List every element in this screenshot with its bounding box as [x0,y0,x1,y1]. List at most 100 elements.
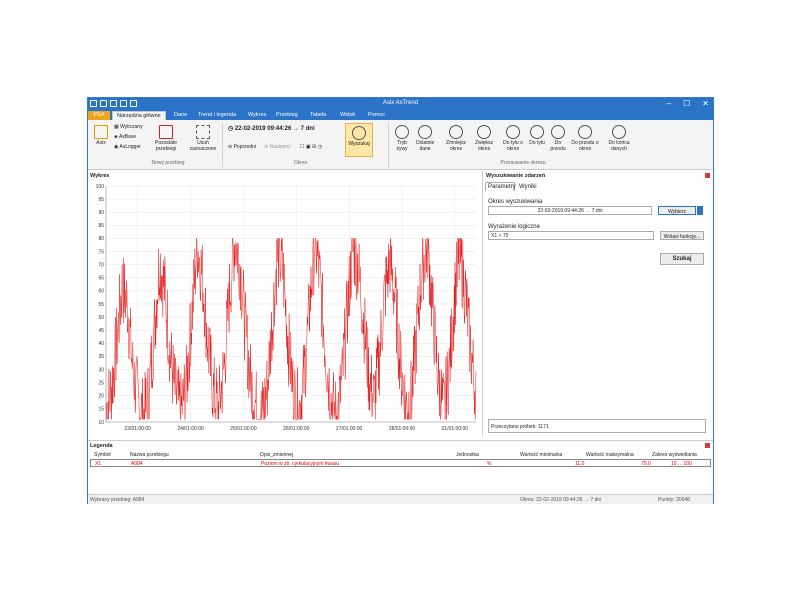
close-icon[interactable] [705,173,710,178]
y-tick-label: 45 [98,328,104,334]
szukaj-button[interactable]: Szukaj [660,253,704,265]
tab-parametry[interactable]: Parametry [485,182,516,191]
x-tick-label: 27/01:00:00 [336,426,363,432]
tryb-zywy-button[interactable]: Tryb żywy [392,125,412,152]
tab-narzedzia-glowne[interactable]: Narzędzia główne [112,111,166,120]
close-icon[interactable] [705,443,710,448]
legend-panel: Legenda Symbol Nazwa przebiegu Opis_zmie… [88,440,713,495]
dropdown-arrow-icon[interactable] [697,206,703,215]
search-panel: Wyszukiwanie zdarzeń Parametry Wyniki Ok… [484,171,713,437]
usun-zaznaczone-button[interactable]: Usuń zaznaczone [188,125,218,152]
pozostale-przebiegi-button[interactable]: Pozostałe przebiegi [150,125,182,152]
y-tick-label: 15 [98,407,104,413]
ribbon-tabs: PSA Narzędzia główne Dane Trend i legend… [88,110,713,120]
ostatnie-dane-button[interactable]: Ostatnie dane [414,125,436,152]
y-tick-label: 80 [98,236,104,242]
do-tylu-o-okres-button[interactable]: Do tyłu o okres [500,125,526,152]
y-tick-label: 35 [98,354,104,360]
poprzedni-button[interactable]: ⊖ Poprzedni [228,144,256,150]
group-przesuwanie-okresu: Przesuwanie okresu [500,160,546,166]
y-tick-label: 90 [98,210,104,216]
tab-trend-i-legenda[interactable]: Trend i legenda [194,111,240,120]
y-tick-label: 25 [98,380,104,386]
asix-icon [94,125,108,139]
tab-wyniki[interactable]: Wyniki [517,183,539,191]
chart-panel: Wykres 100 95 90 85 80 75 70 65 60 55 50 45 40 35 30 25… [88,171,483,437]
y-tick-label: 55 [98,302,104,308]
tab-dane[interactable]: Dane [170,111,191,120]
x-tick-label: 26/01:00:00 [283,426,310,432]
y-tick-label: 75 [98,249,104,255]
y-tick-label: 10 [98,420,104,426]
status-period: Okres: 22-02-2019 09:44:26 → 7 dni [520,497,602,503]
wstaw-funkcje-button[interactable]: Wstaw funkcję... [660,231,704,240]
y-tick-label: 50 [98,315,104,321]
do-tylu-button[interactable]: Do tyłu [528,125,546,146]
y-tick-label: 40 [98,341,104,347]
y-tick-label: 60 [98,289,104,295]
status-bar: Wybrany przebieg: A084 Okres: 22-02-2019… [88,494,713,504]
y-tick-label: 65 [98,276,104,282]
close-icon[interactable]: ✕ [702,99,709,108]
window-title: Asix AsTrend [382,100,419,106]
tab-pomoc[interactable]: Pomoc [364,111,389,120]
x-tick-label: 24/01:00:00 [177,426,204,432]
ribbon: Asix ▦ Wyliczany ◈ AsBase ◉ AsLogger Poz… [88,120,713,170]
app-window: Asix AsTrend – ☐ ✕ PSA Narzędzia główne … [87,97,714,504]
period-display[interactable]: ◷ 22-02-2019 09:44:26 → 7 dni [228,126,315,132]
y-tick-label: 85 [98,223,104,229]
zoom-in-icon [477,125,491,139]
line-chart[interactable]: 100 95 90 85 80 75 70 65 60 55 50 45 40 35 30 25 20 15 10 2… [88,180,483,436]
back-period-icon [506,125,520,139]
chart-bars-icon [159,125,173,139]
maximize-icon[interactable]: ☐ [683,99,690,108]
do-przodu-button[interactable]: Do przodu [548,125,568,152]
group-nowy-przebieg: Nowy przebieg [151,160,185,166]
live-mode-icon [395,125,409,139]
asbase-button[interactable]: ◈ AsBase [114,134,136,140]
tab-widok[interactable]: Widok [336,111,359,120]
title-bar: Asix AsTrend – ☐ ✕ [88,98,713,110]
aslogger-button[interactable]: ◉ AsLogger [114,144,141,150]
do-konca-danych-button[interactable]: Do końca danych [606,125,632,152]
x-tick-label: 25/01:00:00 [230,426,257,432]
asix-button[interactable]: Asix [92,125,110,146]
wyszukaj-button[interactable]: Wyszukaj [345,123,373,157]
nastepny-button[interactable]: ⊖ Następny [264,144,291,150]
forward-icon [551,125,565,139]
tab-wykres[interactable]: Wykres [244,111,270,120]
y-tick-label: 20 [98,394,104,400]
back-icon [530,125,544,139]
okres-field[interactable]: 22-02-2019 09:44:26 → 7 dni [488,206,652,215]
legend-row[interactable]: X1 A084 Poziom w zb. cyrkulacyjnym kwasu… [90,459,711,467]
zmniejsz-okres-button[interactable]: Zmniejsz okres [444,125,468,152]
x-tick-label: 01/01:00:00 [442,426,469,432]
tab-przebieg[interactable]: Przebieg [272,111,302,120]
legend-header: Symbol Nazwa przebiegu Opis_zmiennej Jed… [94,452,697,458]
group-okres: Okres [293,160,308,166]
minimize-icon[interactable]: – [667,99,671,108]
x-tick-label: 23/01:00:00 [125,426,152,432]
period-tools[interactable]: ☐ ▣ ☒ ◷ [300,144,322,150]
zwieksz-okres-button[interactable]: Zwiększ okres [472,125,496,152]
y-tick-label: 100 [96,184,105,190]
status-selected: Wybrany przebieg: A084 [90,497,145,503]
wyrazenie-label: Wyrażenie logiczne [488,224,540,230]
end-icon [612,125,626,139]
forward-period-icon [578,125,592,139]
series-line-x1 [105,237,477,421]
wyrazenie-field[interactable]: X1 > 70 [488,231,654,240]
y-tick-label: 95 [98,197,104,203]
do-przodu-o-okres-button[interactable]: Do przodu o okres [570,125,600,152]
wyliczany-button[interactable]: ▦ Wyliczany [114,124,143,130]
legend-panel-title: Legenda [90,443,113,449]
chart-panel-title: Wykres [90,173,110,179]
y-tick-label: 70 [98,262,104,268]
przeczytano-probek: Przeczytano próbek: 1171 [488,419,706,433]
tab-psa[interactable]: PSA [88,111,110,120]
tab-tabela[interactable]: Tabela [306,111,330,120]
okres-label: Okres wyszukiwania [488,199,543,205]
search-clock-icon [352,126,366,140]
wybierz-button[interactable]: Wybierz [658,206,696,215]
zoom-out-icon [449,125,463,139]
